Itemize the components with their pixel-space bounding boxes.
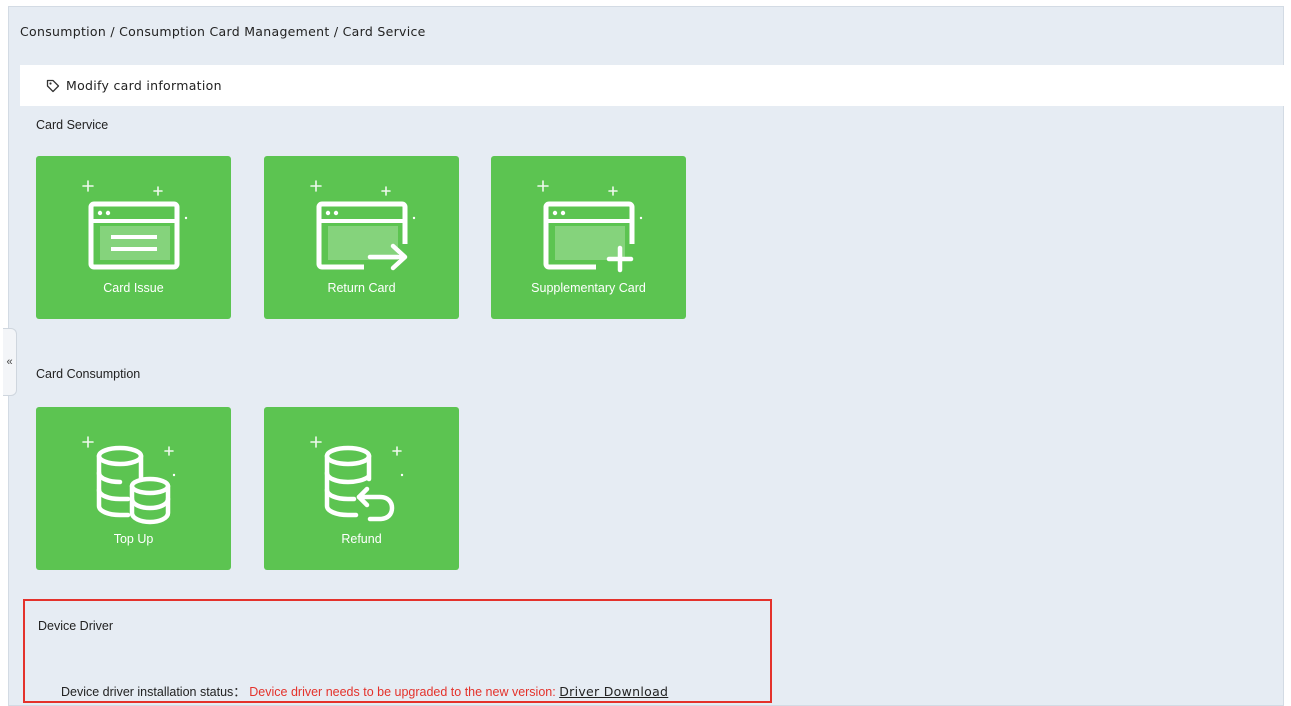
refund-tile[interactable]: Refund <box>264 407 459 570</box>
driver-status-label: Device driver installation status： <box>61 685 246 699</box>
sidebar-collapse-toggle[interactable]: « <box>3 328 17 396</box>
breadcrumb: Consumption / Consumption Card Managemen… <box>20 24 426 39</box>
card-issue-label: Card Issue <box>103 281 164 295</box>
supplementary-card-label: Supplementary Card <box>531 281 646 295</box>
subbar: Modify card information <box>20 65 1288 106</box>
device-driver-title: Device Driver <box>38 619 114 633</box>
card-service-title: Card Service <box>36 118 109 132</box>
device-driver-panel: Device Driver Device driver installation… <box>23 599 772 703</box>
refund-label: Refund <box>341 532 382 546</box>
return-card-tile[interactable]: Return Card <box>264 156 459 319</box>
return-card-label: Return Card <box>327 281 396 295</box>
driver-status-message: Device driver needs to be upgraded to th… <box>249 685 556 699</box>
modify-card-information-label: Modify card information <box>66 78 222 93</box>
driver-download-link[interactable]: Driver Download <box>559 684 668 699</box>
card-issue-tile[interactable]: Card Issue <box>36 156 231 319</box>
top-up-label: Top Up <box>113 532 154 546</box>
driver-status-row: Device driver installation status： Devic… <box>61 681 668 700</box>
supplementary-card-tile[interactable]: Supplementary Card <box>491 156 686 319</box>
card-consumption-title: Card Consumption <box>36 367 141 381</box>
top-up-tile[interactable]: Top Up <box>36 407 231 570</box>
tag-icon <box>46 79 60 93</box>
